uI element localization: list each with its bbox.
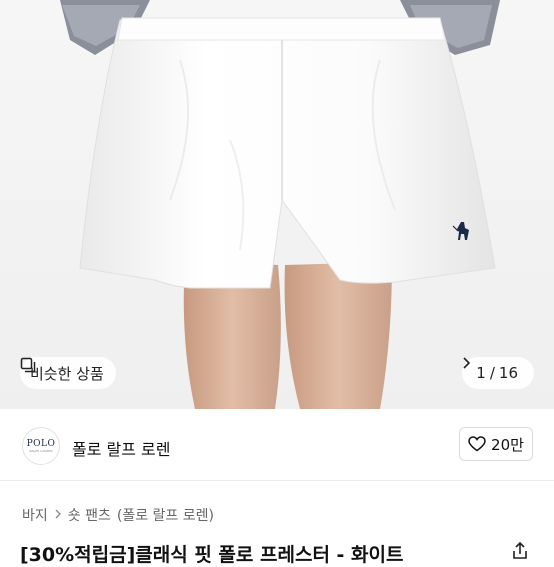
breadcrumb-item-brand[interactable]: (폴로 랄프 로렌) (117, 505, 214, 525)
breadcrumb-item-subcategory[interactable]: 숏 팬츠 (68, 505, 111, 525)
product-photo (0, 0, 554, 409)
image-counter-button[interactable]: 1 / 16 (462, 357, 534, 389)
stacked-squares-icon (20, 357, 36, 373)
current-image-index: 1 (476, 364, 486, 382)
shop-name-link[interactable]: 폴로 랄프 로렌 (72, 436, 171, 460)
counter-separator: / (489, 364, 495, 382)
like-count: 20만 (491, 435, 524, 454)
heart-icon (468, 436, 486, 452)
similar-products-button[interactable]: 비슷한 상품 (20, 357, 116, 389)
shop-logo-text: POLO (26, 438, 56, 449)
like-button[interactable]: 20만 (459, 427, 533, 461)
similar-products-label: 비슷한 상품 (30, 364, 104, 383)
breadcrumb-item-category[interactable]: 바지 (22, 505, 48, 525)
share-icon (513, 541, 527, 559)
shop-logo-subtext: RALPH LAUREN (29, 448, 53, 453)
share-button[interactable] (510, 541, 530, 565)
shop-logo[interactable]: POLO RALPH LAUREN (22, 427, 60, 465)
total-images: 16 (498, 364, 518, 382)
chevron-right-icon (55, 508, 61, 522)
product-image-gallery[interactable]: 비슷한 상품 1 / 16 (0, 0, 554, 409)
breadcrumb: 바지 숏 팬츠 (폴로 랄프 로렌) (22, 505, 214, 525)
